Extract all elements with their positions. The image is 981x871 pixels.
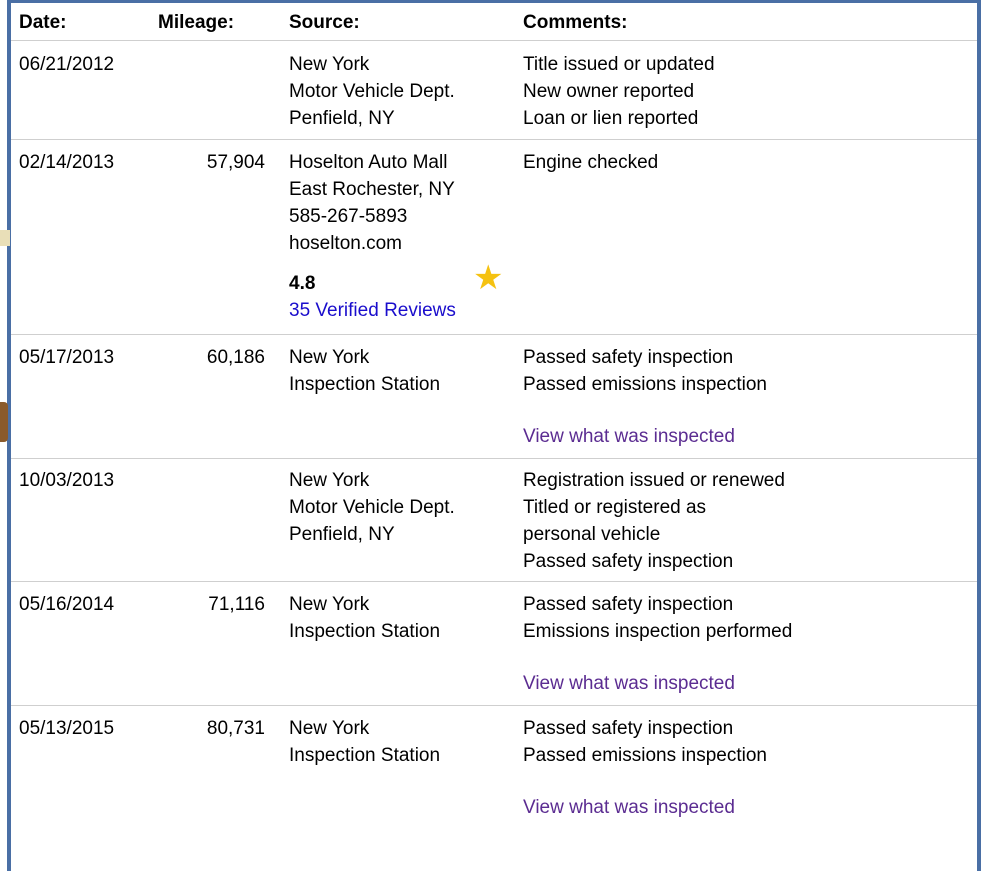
view-inspection-link[interactable]: View what was inspected	[523, 670, 735, 697]
row-comments: Engine checked	[523, 149, 658, 176]
source-line: East Rochester, NY	[289, 179, 455, 200]
comment-line: Passed safety inspection	[523, 347, 734, 368]
header-comments: Comments:	[523, 12, 628, 33]
row-source: New York Motor Vehicle Dept. Penfield, N…	[289, 467, 455, 548]
row-mileage: 80,731	[206, 718, 265, 739]
source-line: Penfield, NY	[289, 108, 395, 129]
comment-line: Engine checked	[523, 152, 659, 173]
row-comments: Registration issued or renewed Titled or…	[523, 467, 785, 575]
view-inspection-link[interactable]: View what was inspected	[523, 423, 735, 450]
source-line: New York	[289, 594, 370, 615]
source-line: Motor Vehicle Dept.	[289, 497, 455, 518]
comment-line: Title issued or updated	[523, 54, 715, 75]
star-icon: ★	[473, 259, 504, 297]
source-line: Inspection Station	[289, 621, 441, 642]
row-mileage: 60,186	[206, 347, 265, 368]
table-row: 05/16/2014 71,116 New York Inspection St…	[11, 582, 977, 706]
header-mileage: Mileage:	[158, 12, 235, 33]
row-comments: Passed safety inspection Emissions inspe…	[523, 591, 792, 645]
source-line: New York	[289, 54, 370, 75]
comment-line: Passed safety inspection	[523, 594, 734, 615]
comment-line: Loan or lien reported	[523, 108, 699, 129]
table-row: 05/13/2015 80,731 New York Inspection St…	[11, 706, 977, 866]
row-source: New York Motor Vehicle Dept. Penfield, N…	[289, 51, 455, 132]
background-fragment	[0, 402, 8, 442]
comment-line: Titled or registered as	[523, 497, 707, 518]
row-source: New York Inspection Station	[289, 715, 440, 769]
row-date: 05/17/2013	[19, 347, 115, 368]
comment-line: Passed emissions inspection	[523, 374, 767, 395]
table-header: Date: Mileage: Source: Comments:	[11, 3, 977, 41]
source-line: hoselton.com	[289, 233, 403, 254]
right-border	[977, 0, 981, 871]
row-mileage: 57,904	[206, 152, 265, 173]
source-line: Inspection Station	[289, 374, 441, 395]
source-line: New York	[289, 347, 370, 368]
row-source: New York Inspection Station	[289, 591, 440, 645]
row-comments: Title issued or updated New owner report…	[523, 51, 715, 132]
source-line: New York	[289, 718, 370, 739]
source-line: Penfield, NY	[289, 524, 395, 545]
row-date: 05/16/2014	[19, 594, 115, 615]
row-source: New York Inspection Station	[289, 344, 440, 398]
comment-line: Registration issued or renewed	[523, 470, 785, 491]
comment-line: Emissions inspection performed	[523, 621, 793, 642]
comment-line: Passed safety inspection	[523, 551, 734, 572]
source-line: 585-267-5893	[289, 206, 408, 227]
row-mileage: 71,116	[208, 594, 265, 615]
header-date: Date:	[19, 12, 67, 33]
rating-value: 4.8	[289, 273, 316, 294]
row-date: 10/03/2013	[19, 470, 115, 491]
source-line: Hoselton Auto Mall	[289, 152, 448, 173]
row-date: 06/21/2012	[19, 54, 115, 75]
row-source: Hoselton Auto Mall East Rochester, NY 58…	[289, 149, 455, 257]
row-comments: Passed safety inspection Passed emission…	[523, 715, 767, 769]
table-row: 10/03/2013 New York Motor Vehicle Dept. …	[11, 459, 977, 582]
table-row: 02/14/2013 57,904 Hoselton Auto Mall Eas…	[11, 140, 977, 335]
comment-line: personal vehicle	[523, 524, 661, 545]
comment-line: New owner reported	[523, 81, 695, 102]
row-comments: Passed safety inspection Passed emission…	[523, 344, 767, 398]
row-date: 02/14/2013	[19, 152, 115, 173]
row-date: 05/13/2015	[19, 718, 115, 739]
table-row: 06/21/2012 New York Motor Vehicle Dept. …	[11, 41, 977, 140]
comment-line: Passed safety inspection	[523, 718, 734, 739]
verified-reviews-link[interactable]: 35 Verified Reviews	[289, 297, 456, 324]
source-line: New York	[289, 470, 370, 491]
background-fragment	[0, 230, 10, 246]
source-line: Inspection Station	[289, 745, 441, 766]
comment-line: Passed emissions inspection	[523, 745, 767, 766]
vehicle-history-table: Date: Mileage: Source: Comments: 06/21/2…	[11, 3, 977, 866]
view-inspection-link[interactable]: View what was inspected	[523, 794, 735, 821]
header-source: Source:	[289, 12, 360, 33]
table-row: 05/17/2013 60,186 New York Inspection St…	[11, 335, 977, 459]
source-line: Motor Vehicle Dept.	[289, 81, 455, 102]
